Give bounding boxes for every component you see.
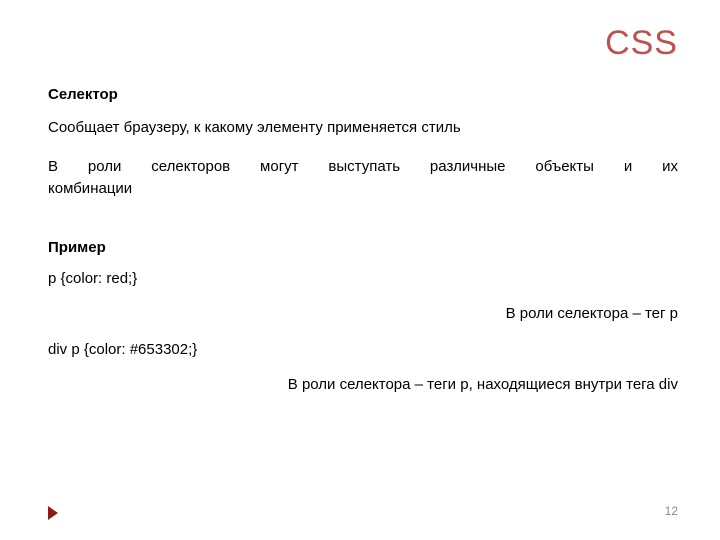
slide-title: CSS	[605, 24, 678, 63]
section-heading-selector: Селектор	[48, 86, 678, 103]
section-heading-example: Пример	[48, 239, 678, 256]
note-2: В роли селектора – теги p, находящиеся в…	[48, 374, 678, 397]
note-1: В роли селектора – тег p	[48, 303, 678, 326]
paragraph-1: Сообщает браузеру, к какому элементу при…	[48, 117, 678, 140]
page-number: 12	[665, 504, 678, 518]
slide-content: Селектор Сообщает браузеру, к какому эле…	[48, 86, 678, 413]
play-arrow-icon	[48, 506, 58, 520]
code-example-2: div p {color: #653302;}	[48, 341, 678, 358]
paragraph-2-line2: комбинации	[48, 178, 678, 201]
paragraph-2-line1: В роли селекторов могут выступать различ…	[48, 156, 678, 179]
code-example-1: p {color: red;}	[48, 270, 678, 287]
